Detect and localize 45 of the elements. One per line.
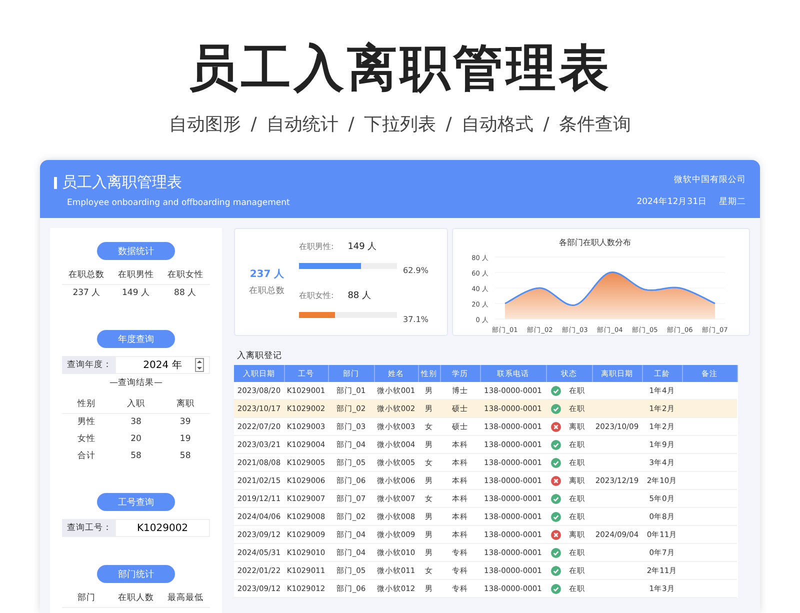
percent-text: 62.9%: [403, 266, 428, 275]
chart-title: 各部门在职人数分布: [559, 238, 631, 247]
result-cell-text: 男性: [76, 416, 97, 429]
result-cell-text: 19: [178, 433, 192, 446]
sheet-subtitle: Employee onboarding and offboarding management: [67, 198, 290, 208]
year-field[interactable]: 2024 年: [115, 356, 210, 374]
result-header: 性别: [76, 398, 97, 411]
bar-label: 在职男性:: [299, 241, 334, 252]
dept-header: 部门: [76, 592, 97, 605]
result-cell-text: 合计: [76, 450, 97, 463]
title-marker-icon: [54, 176, 57, 188]
stat-value: 88 人: [173, 287, 198, 300]
stat-value: 237 人: [72, 287, 102, 300]
id-label: 查询工号：: [62, 519, 115, 537]
bar-value: 149 人: [348, 240, 377, 253]
total-value: 237 人: [250, 268, 284, 281]
bar-label: 在职女性:: [299, 290, 334, 301]
stat-label: 在职男性: [116, 269, 155, 282]
result-cell-text: 58: [130, 450, 142, 463]
stat-value: 149 人: [121, 287, 151, 300]
year-label: 查询年度：: [62, 356, 115, 374]
result-cell-text: 39: [178, 416, 192, 429]
feature-list: 自动图形 / 自动统计 / 下拉列表 / 自动格式 / 条件查询: [168, 112, 632, 138]
sheet-title: 员工入离职管理表: [62, 173, 182, 192]
total-label: 在职总数: [249, 285, 285, 297]
spinner-icon[interactable]: [195, 358, 204, 372]
result-cell-text: 38: [130, 416, 142, 429]
date-text: 2024年12月31日: [636, 196, 707, 208]
register-title: 入离职登记: [237, 350, 283, 362]
percent-text: 37.1%: [403, 315, 428, 324]
dept-header: 在职人数: [116, 592, 155, 605]
result-header: 离职: [175, 398, 196, 411]
result-header: 入职: [126, 398, 146, 411]
weekday-text: 星期二: [719, 196, 746, 208]
result-title: —查询结果—: [110, 377, 162, 389]
stat-label: 在职女性: [166, 269, 204, 282]
result-cell-text: 20: [130, 433, 142, 446]
result-cell-text: 女性: [76, 433, 97, 446]
dept-header: 最高最低: [166, 592, 204, 605]
result-cell-text: 58: [178, 450, 192, 463]
company-name: 微软中国有限公司: [674, 174, 746, 186]
page-title: 员工入离职管理表: [188, 38, 612, 99]
bar-value: 88 人: [348, 290, 372, 302]
id-field[interactable]: K1029002: [115, 519, 210, 537]
stat-label: 在职总数: [68, 269, 106, 282]
